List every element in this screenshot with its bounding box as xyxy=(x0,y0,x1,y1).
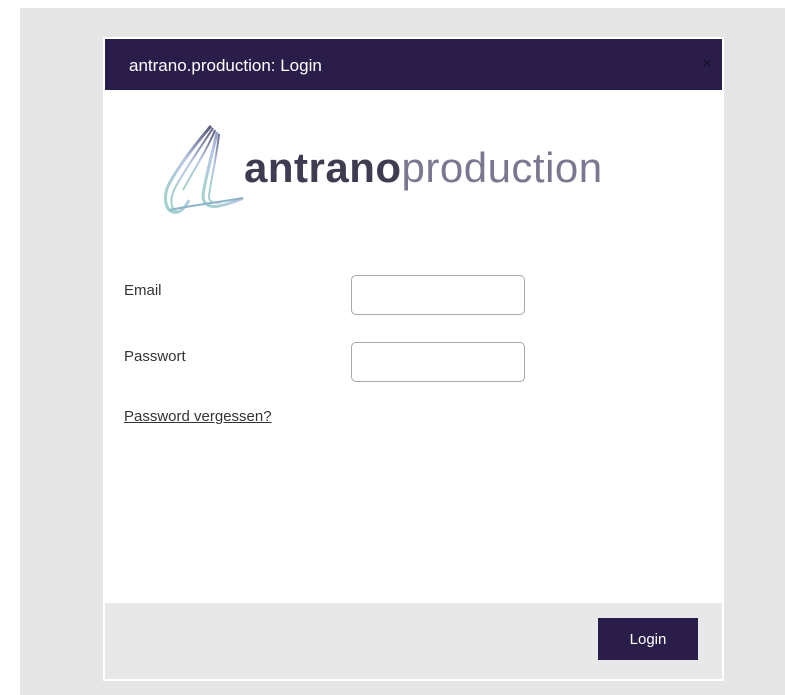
brand-wordmark: antranoproduction xyxy=(244,144,603,192)
login-button[interactable]: Login xyxy=(598,618,698,660)
forgot-password-link[interactable]: Password vergessen? xyxy=(124,408,272,425)
login-dialog: antrano.production: Login × antranoprodu… xyxy=(103,37,724,681)
password-label: Passwort xyxy=(124,348,186,365)
close-icon[interactable]: × xyxy=(700,54,714,74)
brand-word-bold: antrano xyxy=(244,144,402,191)
dialog-footer: Login xyxy=(105,603,722,679)
email-label: Email xyxy=(124,282,162,299)
brand-word-light: production xyxy=(401,144,603,191)
antrano-swoosh-icon xyxy=(164,125,244,214)
password-input[interactable] xyxy=(351,342,525,382)
email-input[interactable] xyxy=(351,275,525,315)
brand-logo: antranoproduction xyxy=(159,122,669,218)
dialog-title: antrano.production: Login xyxy=(129,56,322,75)
dialog-titlebar: antrano.production: Login × xyxy=(105,39,722,90)
